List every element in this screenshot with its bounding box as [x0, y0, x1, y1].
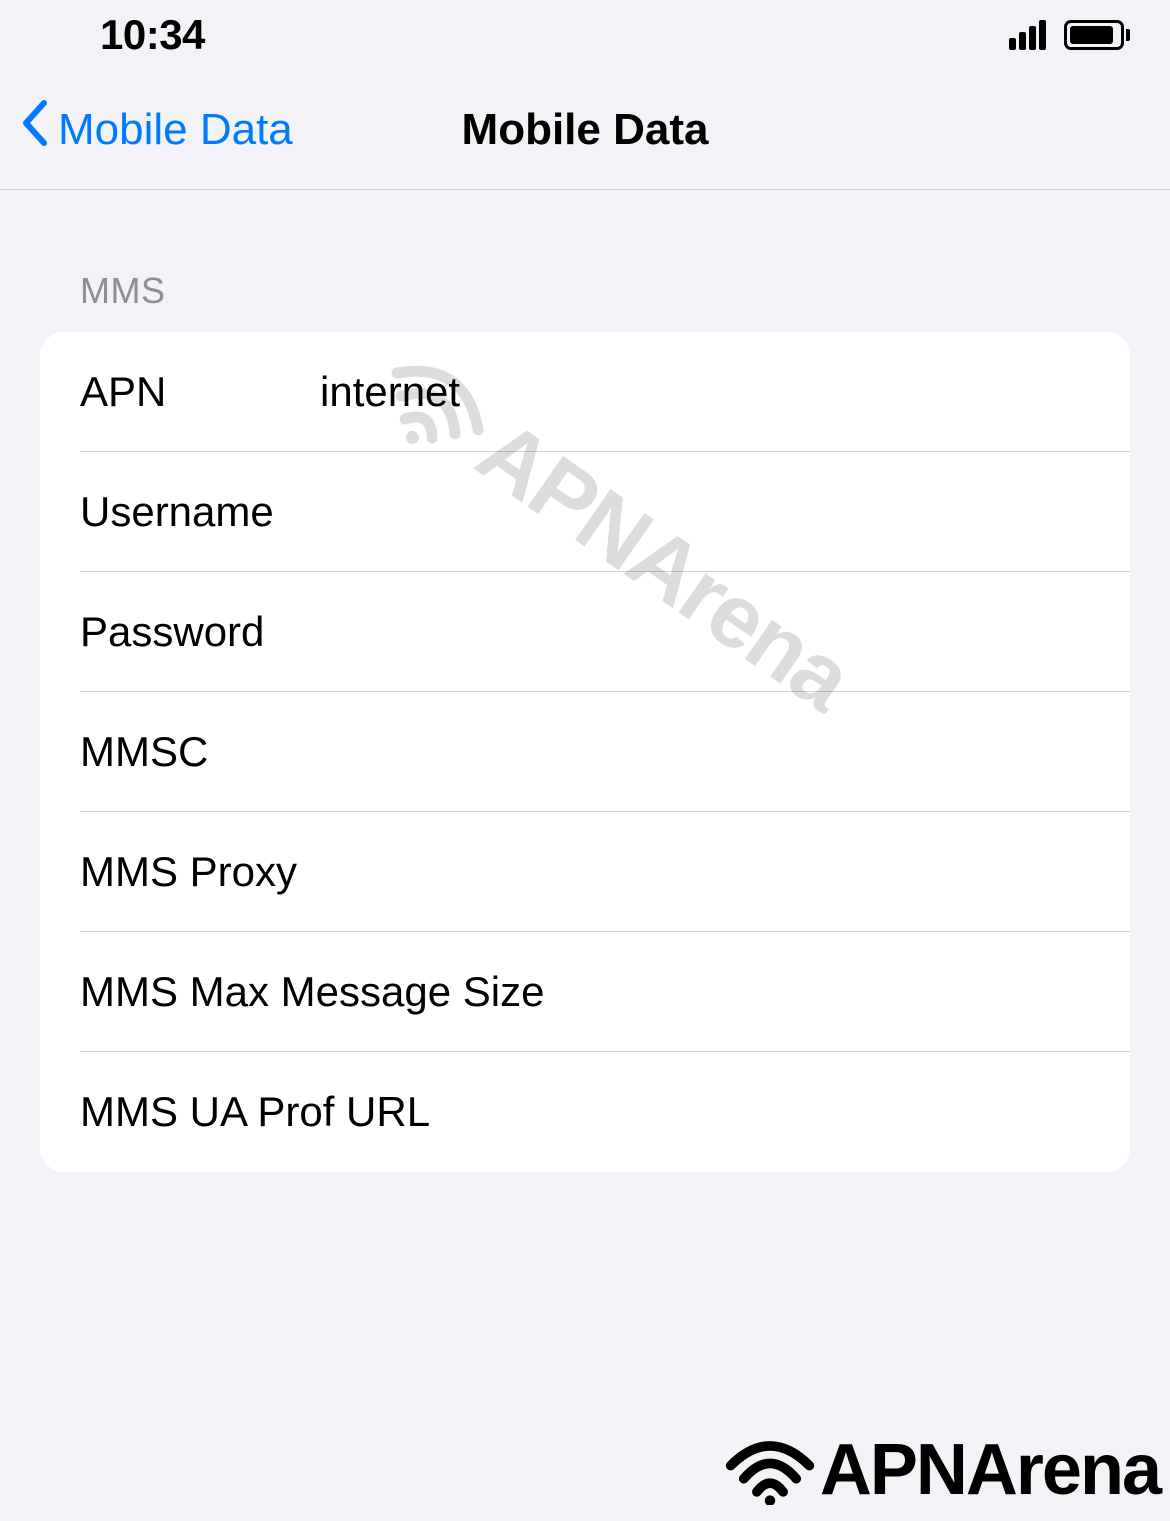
mmsc-row[interactable]: MMSC [40, 692, 1130, 812]
username-input[interactable] [320, 488, 1090, 536]
navigation-bar: Mobile Data Mobile Data [0, 70, 1170, 190]
password-input[interactable] [320, 608, 1090, 656]
battery-icon [1064, 20, 1130, 50]
back-label: Mobile Data [58, 105, 293, 155]
password-row[interactable]: Password [40, 572, 1130, 692]
status-indicators [1009, 20, 1130, 50]
mms-proxy-input[interactable] [297, 848, 1090, 896]
status-bar: 10:34 [0, 0, 1170, 70]
apn-input[interactable] [320, 368, 1090, 416]
mms-ua-prof-input[interactable] [430, 1088, 1090, 1136]
settings-group-mms: APN Username Password MMSC MMS Proxy MMS… [40, 332, 1130, 1172]
cellular-signal-icon [1009, 20, 1046, 50]
back-button[interactable]: Mobile Data [20, 99, 293, 160]
username-row[interactable]: Username [40, 452, 1130, 572]
mms-ua-prof-label: MMS UA Prof URL [80, 1088, 430, 1136]
page-title: Mobile Data [462, 105, 709, 155]
wifi-icon [725, 1435, 815, 1505]
mms-proxy-label: MMS Proxy [80, 848, 297, 896]
apn-row[interactable]: APN [40, 332, 1130, 452]
mms-ua-prof-row[interactable]: MMS UA Prof URL [40, 1052, 1130, 1172]
chevron-left-icon [20, 99, 50, 160]
brand-logo: APNArena [725, 1429, 1160, 1511]
mms-max-size-row[interactable]: MMS Max Message Size [40, 932, 1130, 1052]
mms-max-size-input[interactable] [544, 968, 1090, 1016]
password-label: Password [80, 608, 320, 656]
brand-text: APNArena [820, 1429, 1160, 1511]
mmsc-label: MMSC [80, 728, 320, 776]
mms-proxy-row[interactable]: MMS Proxy [40, 812, 1130, 932]
mmsc-input[interactable] [320, 728, 1090, 776]
apn-label: APN [80, 368, 320, 416]
status-time: 10:34 [100, 11, 205, 59]
section-header-mms: MMS [80, 270, 1130, 312]
content-area: MMS APN Username Password MMSC MMS Proxy [0, 190, 1170, 1172]
mms-max-size-label: MMS Max Message Size [80, 968, 544, 1016]
username-label: Username [80, 488, 320, 536]
